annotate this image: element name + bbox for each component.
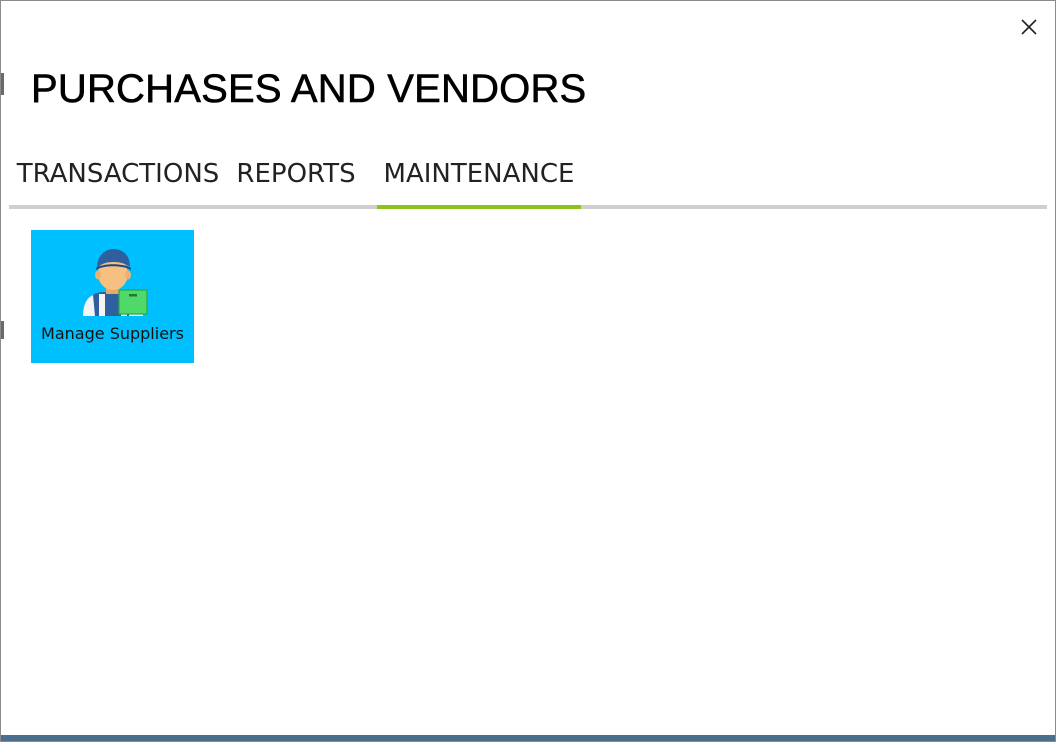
bottom-status-bar [1,735,1055,741]
manage-suppliers-tile[interactable]: Manage Suppliers [31,230,194,363]
tab-bar: TRANSACTIONS REPORTS MAINTENANCE [9,151,1047,209]
purchases-vendors-window: PURCHASES AND VENDORS TRANSACTIONS REPOR… [0,0,1056,742]
tile-label: Manage Suppliers [41,324,184,343]
close-button[interactable] [1017,15,1041,39]
tab-transactions[interactable]: TRANSACTIONS [9,151,227,209]
tab-label: REPORTS [236,159,356,189]
background-window-edge [1,1,5,741]
tab-maintenance[interactable]: MAINTENANCE [377,151,581,209]
supplier-icon [83,249,148,316]
close-icon [1021,19,1037,35]
tab-reports[interactable]: REPORTS [227,151,365,209]
tab-label: TRANSACTIONS [16,159,220,189]
page-title: PURCHASES AND VENDORS [31,67,587,112]
tab-label: MAINTENANCE [383,159,575,189]
